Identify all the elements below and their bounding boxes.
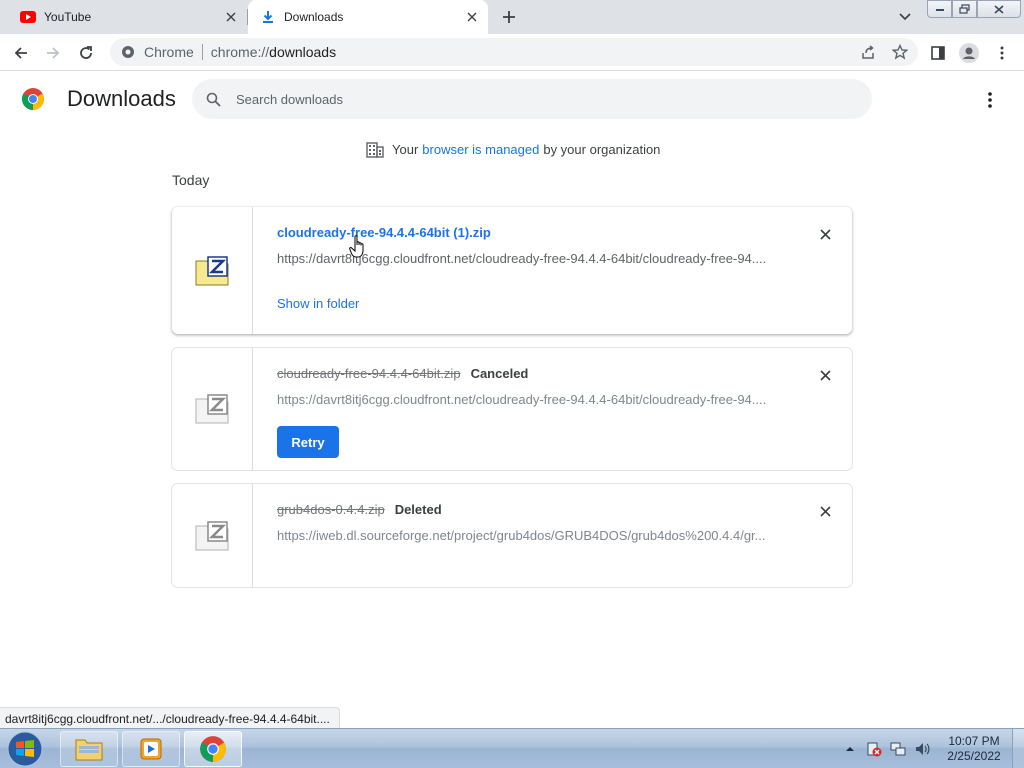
zip-file-icon xyxy=(195,520,229,550)
omnibox-divider xyxy=(201,44,203,60)
link-status-bubble: davrt8itj6cgg.cloudfront.net/.../cloudre… xyxy=(0,707,340,729)
scheme-label: Chrome xyxy=(144,44,194,60)
download-item: cloudready-free-94.4.4-64bit.zip Canceled… xyxy=(172,348,852,470)
address-bar[interactable]: Chrome chrome://downloads xyxy=(110,38,918,66)
windows-taskbar: 10:07 PM 2/25/2022 xyxy=(0,728,1024,768)
remove-download-icon[interactable] xyxy=(816,366,834,384)
url-text: chrome://downloads xyxy=(211,44,336,60)
clock-time: 10:07 PM xyxy=(948,734,1000,748)
close-tab-icon[interactable] xyxy=(462,7,482,27)
back-button[interactable] xyxy=(9,41,33,65)
tab-youtube[interactable]: YouTube xyxy=(0,0,247,34)
tab-strip: YouTube Downloads xyxy=(0,0,1024,34)
clock-date: 2/25/2022 xyxy=(947,749,1001,763)
folder-icon xyxy=(75,739,103,761)
url-scheme: chrome:// xyxy=(210,44,270,60)
reload-button[interactable] xyxy=(74,41,98,65)
tab-title: Downloads xyxy=(284,10,344,24)
network-icon[interactable] xyxy=(890,741,906,757)
url-path: downloads xyxy=(269,44,337,60)
file-name-link[interactable]: cloudready-free-94.4.4-64bit (1).zip xyxy=(277,225,491,240)
taskbar-explorer[interactable] xyxy=(60,731,118,767)
search-downloads-box[interactable] xyxy=(192,79,872,119)
file-name-text: cloudready-free-94.4.4-64bit.zip xyxy=(277,366,461,381)
managed-link[interactable]: browser is managed xyxy=(422,142,539,157)
show-in-folder-link[interactable]: Show in folder xyxy=(277,296,359,311)
start-button[interactable] xyxy=(4,730,46,768)
more-actions-icon[interactable] xyxy=(978,88,1002,112)
status-badge: Canceled xyxy=(470,366,529,381)
search-input[interactable] xyxy=(236,91,836,107)
star-icon[interactable] xyxy=(890,42,910,62)
managed-suffix: by your organization xyxy=(543,141,661,157)
chrome-page-icon xyxy=(120,44,136,60)
profile-avatar[interactable] xyxy=(957,41,981,65)
source-url[interactable]: https://iweb.dl.sourceforge.net/project/… xyxy=(277,528,777,543)
window-controls xyxy=(927,0,1021,18)
taskbar-chrome[interactable] xyxy=(184,731,242,767)
browser-menu-icon[interactable] xyxy=(990,41,1014,65)
omnibox-actions xyxy=(858,42,910,62)
tab-downloads[interactable]: Downloads xyxy=(248,0,488,34)
downloads-header: Downloads xyxy=(0,72,1024,128)
zip-file-icon xyxy=(195,255,229,285)
restore-button[interactable] xyxy=(952,0,977,18)
tray-expand-icon[interactable] xyxy=(842,741,858,757)
share-icon[interactable] xyxy=(858,42,878,62)
youtube-icon xyxy=(20,9,36,25)
status-badge: Deleted xyxy=(394,502,442,517)
system-tray xyxy=(842,729,930,768)
windows-logo-icon xyxy=(7,731,43,767)
forward-button[interactable] xyxy=(41,41,65,65)
remove-download-icon[interactable] xyxy=(816,225,834,243)
file-name-row: cloudready-free-94.4.4-64bit (1).zip xyxy=(277,225,491,240)
file-icon-column xyxy=(172,484,253,587)
close-tab-icon[interactable] xyxy=(221,7,241,27)
show-desktop-button[interactable] xyxy=(1012,729,1024,768)
tab-title: YouTube xyxy=(44,10,92,24)
browser-toolbar: Chrome chrome://downloads xyxy=(0,34,1024,71)
hand-cursor-icon xyxy=(349,235,364,258)
remove-download-icon[interactable] xyxy=(816,502,834,520)
file-name-text: grub4dos-0.4.4.zip xyxy=(277,502,385,517)
search-icon xyxy=(204,90,222,108)
managed-notice: Your browser is managed by your organiza… xyxy=(366,140,660,158)
action-center-icon[interactable] xyxy=(866,741,882,757)
zip-file-icon xyxy=(195,394,229,424)
side-panel-icon[interactable] xyxy=(926,41,950,65)
minimize-button[interactable] xyxy=(927,0,952,18)
download-item: grub4dos-0.4.4.zip Deleted https://iweb.d… xyxy=(172,484,852,587)
close-window-button[interactable] xyxy=(977,0,1021,18)
chrome-logo-icon xyxy=(22,88,44,110)
new-tab-button[interactable] xyxy=(497,6,521,28)
media-player-icon xyxy=(140,738,162,760)
file-name-row: grub4dos-0.4.4.zip Deleted xyxy=(277,502,442,517)
source-url[interactable]: https://davrt8itj6cgg.cloudfront.net/clo… xyxy=(277,392,777,407)
file-name-row: cloudready-free-94.4.4-64bit.zip Canceled xyxy=(277,366,528,381)
volume-icon[interactable] xyxy=(914,741,930,757)
file-icon-column xyxy=(172,348,253,470)
retry-button[interactable]: Retry xyxy=(277,426,339,458)
managed-prefix: Your xyxy=(392,141,419,157)
taskbar-media-player[interactable] xyxy=(122,731,180,767)
chevron-down-icon[interactable] xyxy=(895,8,915,26)
download-icon xyxy=(260,9,276,25)
date-heading: Today xyxy=(172,172,210,188)
download-item: cloudready-free-94.4.4-64bit (1).zip htt… xyxy=(172,207,852,334)
file-icon-column xyxy=(172,207,253,334)
page-title: Downloads xyxy=(67,86,176,111)
chrome-icon xyxy=(200,736,226,762)
building-icon xyxy=(366,142,384,158)
taskbar-clock[interactable]: 10:07 PM 2/25/2022 xyxy=(940,734,1008,764)
